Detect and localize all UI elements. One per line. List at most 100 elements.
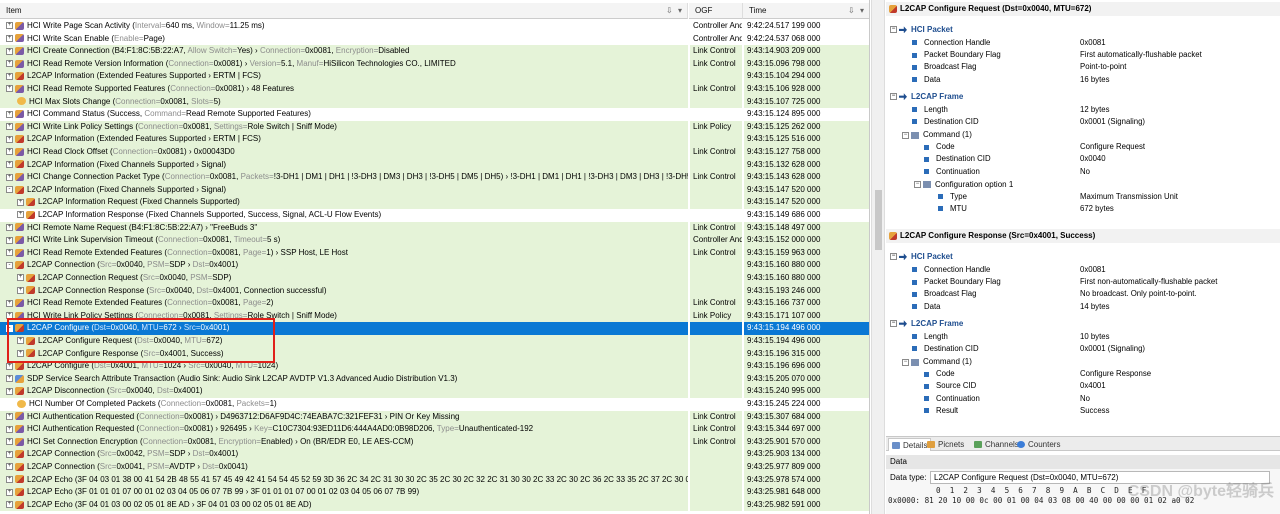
table-row[interactable]: + HCI Write Scan Enable (Enable=Page) Cont… bbox=[0, 33, 869, 46]
item-cell[interactable]: + L2CAP Information (Fixed Channels Suppo… bbox=[0, 158, 688, 172]
item-cell[interactable]: + HCI Create Connection (B4:F1:8C:5B:22:A… bbox=[0, 45, 688, 58]
group-hci_packet[interactable]: − HCI Packet bbox=[890, 250, 953, 263]
table-row[interactable]: + L2CAP Echo (3F 04 03 01 38 00 41 54 2B … bbox=[0, 473, 869, 487]
group-hci_packet[interactable]: − HCI Packet bbox=[890, 23, 953, 36]
property-row[interactable]: Length 10 bytes bbox=[912, 331, 1280, 343]
expand-toggle-icon[interactable]: + bbox=[17, 286, 24, 294]
property-row[interactable]: Destination CID 0x0001 (Signaling) bbox=[912, 116, 1280, 128]
item-cell[interactable]: + L2CAP Echo (3F 01 01 01 07 00 01 02 03 … bbox=[0, 486, 688, 499]
property-row[interactable]: Destination CID 0x0001 (Signaling) bbox=[912, 343, 1280, 355]
expand-toggle-icon[interactable]: + bbox=[6, 375, 13, 383]
item-cell[interactable]: + L2CAP Echo (3F 04 03 01 38 00 41 54 2B … bbox=[0, 473, 688, 487]
group-l2cap_frame[interactable]: − L2CAP Frame bbox=[890, 317, 963, 330]
property-row[interactable]: Continuation No bbox=[924, 393, 1280, 405]
property-row[interactable]: Data 14 bytes bbox=[912, 301, 1280, 313]
expand-toggle-icon[interactable]: + bbox=[6, 223, 13, 231]
tab-counters[interactable]: Counters bbox=[1014, 438, 1063, 451]
sort-icon[interactable]: ▾ bbox=[678, 3, 682, 19]
table-row[interactable]: + HCI Write Link Policy Settings (Connect… bbox=[0, 120, 869, 134]
group-config-option[interactable]: − Configuration option 1 bbox=[914, 178, 1013, 191]
property-row[interactable]: Broadcast Flag Point-to-point bbox=[912, 61, 1280, 73]
expand-toggle-icon[interactable]: + bbox=[6, 362, 13, 370]
table-row[interactable]: + HCI Remote Name Request (B4:F1:8C:5B:22… bbox=[0, 221, 869, 235]
item-cell[interactable]: + HCI Authentication Requested (Connectio… bbox=[0, 410, 688, 424]
table-row[interactable]: + HCI Read Remote Extended Features (Conn… bbox=[0, 297, 869, 310]
expand-toggle-icon[interactable]: + bbox=[6, 450, 13, 458]
expand-toggle-icon[interactable]: + bbox=[6, 135, 13, 143]
property-row[interactable]: Result Success bbox=[924, 405, 1280, 417]
expand-toggle-icon[interactable]: + bbox=[6, 501, 13, 509]
expand-toggle-icon[interactable]: + bbox=[6, 72, 13, 80]
scrollbar-thumb[interactable] bbox=[875, 190, 882, 250]
property-row[interactable]: Length 12 bytes bbox=[912, 104, 1280, 116]
item-cell[interactable]: + HCI Read Clock Offset (Connection=0x008… bbox=[0, 146, 688, 159]
property-row[interactable]: Type Maximum Transmission Unit bbox=[938, 191, 1280, 203]
item-cell[interactable]: HCI Max Slots Change (Connection=0x0081,… bbox=[0, 95, 688, 109]
property-row[interactable]: Broadcast Flag No broadcast. Only point-t… bbox=[912, 288, 1280, 300]
table-row[interactable]: + HCI Authentication Requested (Connectio… bbox=[0, 410, 869, 424]
item-cell[interactable]: + HCI Command Status (Success, Command=Re… bbox=[0, 108, 688, 121]
property-row[interactable]: Destination CID 0x0040 bbox=[924, 153, 1280, 165]
table-row[interactable]: + L2CAP Echo (3F 04 01 03 00 02 05 01 8E … bbox=[0, 498, 869, 512]
property-row[interactable]: Code Configure Request bbox=[924, 141, 1280, 153]
column-header-ogf[interactable]: OGF bbox=[689, 3, 743, 19]
collapse-toggle-icon[interactable]: − bbox=[890, 26, 897, 34]
expand-toggle-icon[interactable]: + bbox=[6, 299, 13, 307]
group-command[interactable]: − Command (1) bbox=[902, 128, 972, 141]
expand-toggle-icon[interactable]: + bbox=[6, 160, 13, 168]
table-row[interactable]: HCI Max Slots Change (Connection=0x0081,… bbox=[0, 95, 869, 109]
item-cell[interactable]: - L2CAP Information (Fixed Channels Suppo… bbox=[0, 183, 688, 197]
expand-toggle-icon[interactable]: + bbox=[6, 85, 13, 93]
filter-icon[interactable]: ⇩ bbox=[848, 3, 855, 19]
property-row[interactable]: Connection Handle 0x0081 bbox=[912, 37, 1280, 49]
item-cell[interactable]: + HCI Write Page Scan Activity (Interval=… bbox=[0, 20, 688, 33]
table-row[interactable]: + L2CAP Information Request (Fixed Channe… bbox=[0, 196, 869, 209]
filter-icon[interactable]: ⇩ bbox=[666, 3, 673, 19]
sort-icon[interactable]: ▾ bbox=[860, 3, 864, 19]
expand-toggle-icon[interactable]: - bbox=[6, 261, 13, 269]
item-cell[interactable]: + HCI Set Connection Encryption (Connecti… bbox=[0, 435, 688, 449]
expand-toggle-icon[interactable]: + bbox=[6, 412, 13, 420]
expand-toggle-icon[interactable]: + bbox=[17, 211, 24, 219]
item-cell[interactable]: + L2CAP Disconnection (Src=0x0040, Dst=0x… bbox=[0, 385, 688, 398]
table-row[interactable]: + L2CAP Echo (3F 01 01 01 07 00 01 02 03 … bbox=[0, 486, 869, 499]
group-command[interactable]: − Command (1) bbox=[902, 355, 972, 368]
column-header-time[interactable]: Time ⇩ ▾ bbox=[743, 3, 869, 19]
tab-picnets[interactable]: Picnets bbox=[924, 438, 967, 451]
table-row[interactable]: + L2CAP Information Response (Fixed Chann… bbox=[0, 209, 869, 222]
property-row[interactable]: Source CID 0x4001 bbox=[924, 380, 1280, 392]
expand-toggle-icon[interactable]: + bbox=[6, 236, 13, 244]
collapse-toggle-icon[interactable]: − bbox=[890, 320, 897, 328]
expand-toggle-icon[interactable]: + bbox=[17, 274, 24, 282]
vertical-scrollbar[interactable] bbox=[871, 0, 885, 514]
item-cell[interactable]: HCI Number Of Completed Packets (Connect… bbox=[0, 398, 688, 411]
item-cell[interactable]: + HCI Remote Name Request (B4:F1:8C:5B:22… bbox=[0, 221, 688, 235]
property-row[interactable]: Connection Handle 0x0081 bbox=[912, 264, 1280, 276]
item-cell[interactable]: + L2CAP Information Request (Fixed Channe… bbox=[0, 196, 688, 209]
collapse-toggle-icon[interactable]: − bbox=[902, 358, 909, 366]
item-cell[interactable]: + L2CAP Connection (Src=0x0042, PSM=SDP ›… bbox=[0, 448, 688, 461]
expand-toggle-icon[interactable]: + bbox=[6, 425, 13, 433]
table-row[interactable]: + SDP Service Search Attribute Transactio… bbox=[0, 372, 869, 386]
expand-toggle-icon[interactable]: + bbox=[6, 123, 13, 131]
expand-toggle-icon[interactable]: + bbox=[6, 438, 13, 446]
table-row[interactable]: + HCI Write Link Supervision Timeout (Con… bbox=[0, 234, 869, 247]
table-row[interactable]: + L2CAP Connection (Src=0x0041, PSM=AVDTP… bbox=[0, 461, 869, 474]
expand-toggle-icon[interactable]: + bbox=[6, 488, 13, 496]
expand-toggle-icon[interactable]: + bbox=[6, 387, 13, 395]
item-cell[interactable]: + L2CAP Connection Request (Src=0x0040, P… bbox=[0, 272, 688, 285]
item-cell[interactable]: + L2CAP Echo (3F 04 01 03 00 02 05 01 8E … bbox=[0, 498, 688, 512]
item-cell[interactable]: + HCI Read Remote Extended Features (Conn… bbox=[0, 246, 688, 260]
expand-toggle-icon[interactable]: + bbox=[17, 198, 24, 206]
table-row[interactable]: + HCI Change Connection Packet Type (Conn… bbox=[0, 171, 869, 184]
table-row[interactable]: + HCI Command Status (Success, Command=Re… bbox=[0, 108, 869, 121]
expand-toggle-icon[interactable]: + bbox=[6, 463, 13, 471]
table-row[interactable]: + HCI Set Connection Encryption (Connecti… bbox=[0, 435, 869, 449]
table-row[interactable]: - L2CAP Connection (Src=0x0040, PSM=SDP ›… bbox=[0, 259, 869, 272]
column-header-item[interactable]: Item ⇩ ▾ bbox=[0, 3, 688, 19]
expand-toggle-icon[interactable]: + bbox=[6, 249, 13, 257]
collapse-toggle-icon[interactable]: − bbox=[902, 131, 909, 139]
table-row[interactable]: + HCI Read Clock Offset (Connection=0x008… bbox=[0, 146, 869, 159]
property-row[interactable]: Packet Boundary Flag First non-automatica… bbox=[912, 276, 1280, 288]
expand-toggle-icon[interactable]: + bbox=[6, 22, 13, 30]
